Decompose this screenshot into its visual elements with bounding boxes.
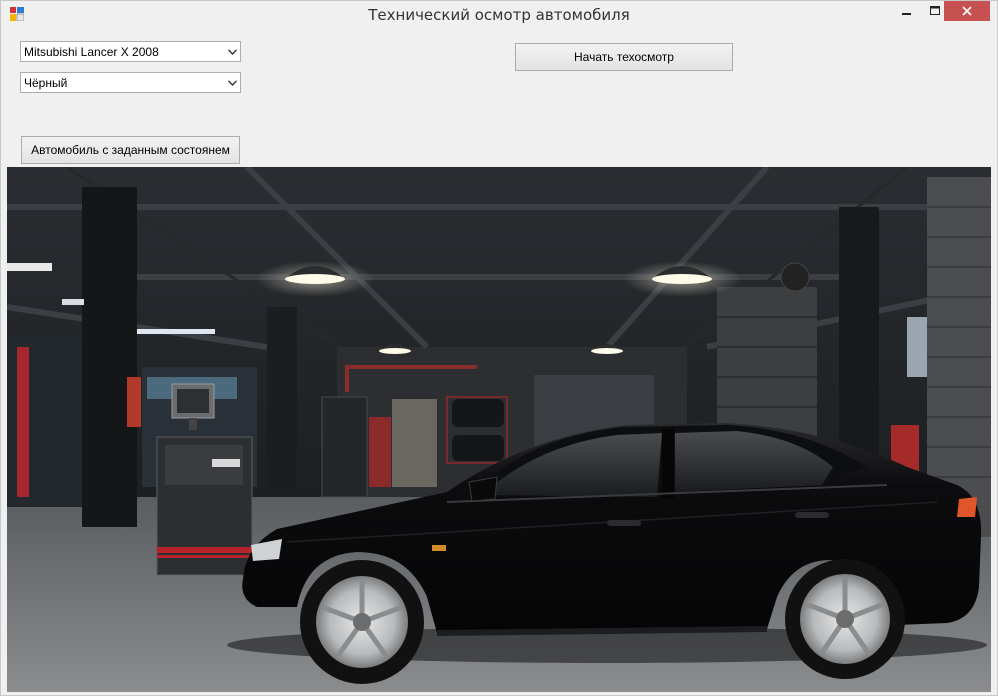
start-inspection-button[interactable]: Начать техосмотр xyxy=(515,43,733,71)
car-color-value: Чёрный xyxy=(24,75,68,90)
close-icon xyxy=(962,6,972,16)
chevron-down-icon xyxy=(224,42,240,61)
minimize-icon xyxy=(902,13,911,15)
garage-car-scene xyxy=(7,167,991,692)
garage-image xyxy=(7,167,991,692)
maximize-icon xyxy=(930,6,940,15)
close-button[interactable] xyxy=(944,1,990,21)
title-bar[interactable]: Технический осмотр автомобиля xyxy=(1,1,997,29)
car-model-value: Mitsubishi Lancer X 2008 xyxy=(24,44,159,59)
preset-state-car-button[interactable]: Автомобиль с заданным состоянем xyxy=(21,136,240,164)
main-window: Технический осмотр автомобиля Mitsubishi… xyxy=(0,0,998,696)
car-model-select[interactable]: Mitsubishi Lancer X 2008 xyxy=(20,41,241,62)
chevron-down-icon xyxy=(224,73,240,92)
car-color-select[interactable]: Чёрный xyxy=(20,72,241,93)
window-title: Технический осмотр автомобиля xyxy=(368,6,630,24)
minimize-button[interactable] xyxy=(893,1,921,21)
